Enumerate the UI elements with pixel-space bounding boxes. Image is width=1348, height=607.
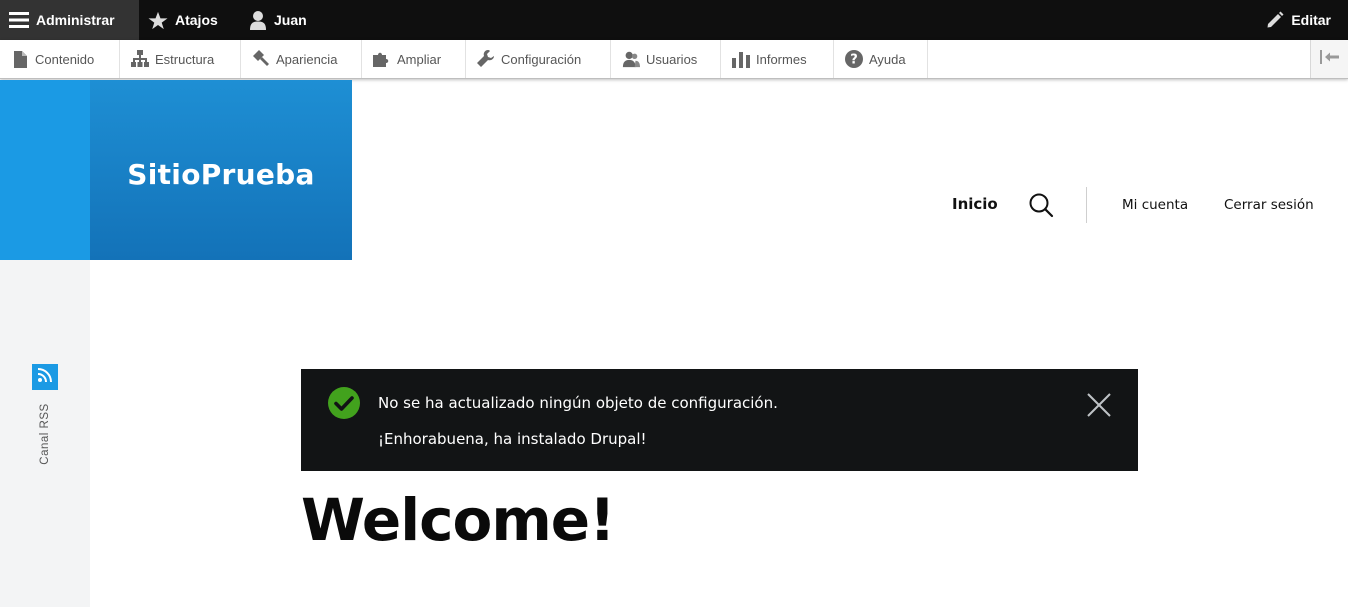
site-branding: SitioPrueba <box>90 80 352 260</box>
manage-menu-button[interactable]: Administrar <box>0 0 139 40</box>
site-name-link[interactable]: SitioPrueba <box>127 150 314 191</box>
svg-text:?: ? <box>850 53 858 68</box>
tray-item-label: Contenido <box>35 51 95 67</box>
wrench-icon <box>477 50 495 68</box>
admin-toolbar: Administrar Atajos Juan Editar <box>0 0 1348 40</box>
tray-item-informes[interactable]: Informes <box>721 40 834 78</box>
nav-home-link[interactable]: Inicio <box>952 195 998 213</box>
page-title: Welcome! <box>301 486 616 554</box>
tray-item-usuarios[interactable]: Usuarios <box>611 40 721 78</box>
sitemap-icon <box>131 50 149 68</box>
collapse-left-icon <box>1319 49 1340 69</box>
paint-icon <box>252 50 270 68</box>
users-icon <box>622 50 640 68</box>
tray-item-label: Ampliar <box>397 51 442 67</box>
puzzle-icon <box>373 50 391 68</box>
nav-divider <box>1086 187 1087 223</box>
tray-item-contenido[interactable]: Contenido <box>0 40 120 78</box>
tray-item-ayuda[interactable]: ? Ayuda <box>834 40 928 78</box>
search-button[interactable] <box>1028 192 1054 218</box>
admin-tray: Contenido Estructura Apariencia Ampliar … <box>0 40 1348 79</box>
manage-label: Administrar <box>36 12 115 28</box>
user-menu-button[interactable]: Juan <box>249 0 307 40</box>
shortcuts-button[interactable]: Atajos <box>148 0 218 40</box>
message-text: ¡Enhorabuena, ha instalado Drupal! <box>378 430 647 448</box>
tray-item-estructura[interactable]: Estructura <box>120 40 241 78</box>
help-icon: ? <box>845 50 863 68</box>
message-text: No se ha actualizado ningún objeto de co… <box>378 394 778 412</box>
file-icon <box>11 50 29 68</box>
tray-item-label: Informes <box>756 51 807 67</box>
rss-feed-button[interactable] <box>32 364 58 390</box>
tray-item-configuracion[interactable]: Configuración <box>466 40 611 78</box>
tray-item-ampliar[interactable]: Ampliar <box>362 40 466 78</box>
status-message: No se ha actualizado ningún objeto de co… <box>301 369 1138 471</box>
user-icon <box>249 10 267 30</box>
bar-chart-icon <box>732 50 750 68</box>
hamburger-icon <box>9 11 29 29</box>
shortcuts-label: Atajos <box>175 12 218 28</box>
edit-label: Editar <box>1291 12 1331 28</box>
logout-link[interactable]: Cerrar sesión <box>1224 197 1314 213</box>
close-message-button[interactable] <box>1085 391 1113 419</box>
star-icon <box>148 11 168 30</box>
my-account-link[interactable]: Mi cuenta <box>1122 197 1188 213</box>
close-icon <box>1085 393 1113 423</box>
search-icon <box>1028 193 1054 222</box>
edit-button[interactable]: Editar <box>1266 0 1331 40</box>
tray-item-apariencia[interactable]: Apariencia <box>241 40 362 78</box>
tray-item-label: Usuarios <box>646 51 698 67</box>
tray-item-label: Estructura <box>155 51 215 67</box>
tray-item-label: Ayuda <box>869 51 906 67</box>
rss-icon <box>37 367 53 388</box>
check-circle-icon <box>328 387 360 419</box>
tray-item-label: Configuración <box>501 51 582 67</box>
user-label: Juan <box>274 12 307 28</box>
tray-orientation-toggle[interactable] <box>1310 40 1348 78</box>
rss-label[interactable]: Canal RSS <box>39 403 51 464</box>
tray-item-label: Apariencia <box>276 51 338 67</box>
header-accent-bar <box>0 80 90 260</box>
pencil-icon <box>1266 11 1284 29</box>
